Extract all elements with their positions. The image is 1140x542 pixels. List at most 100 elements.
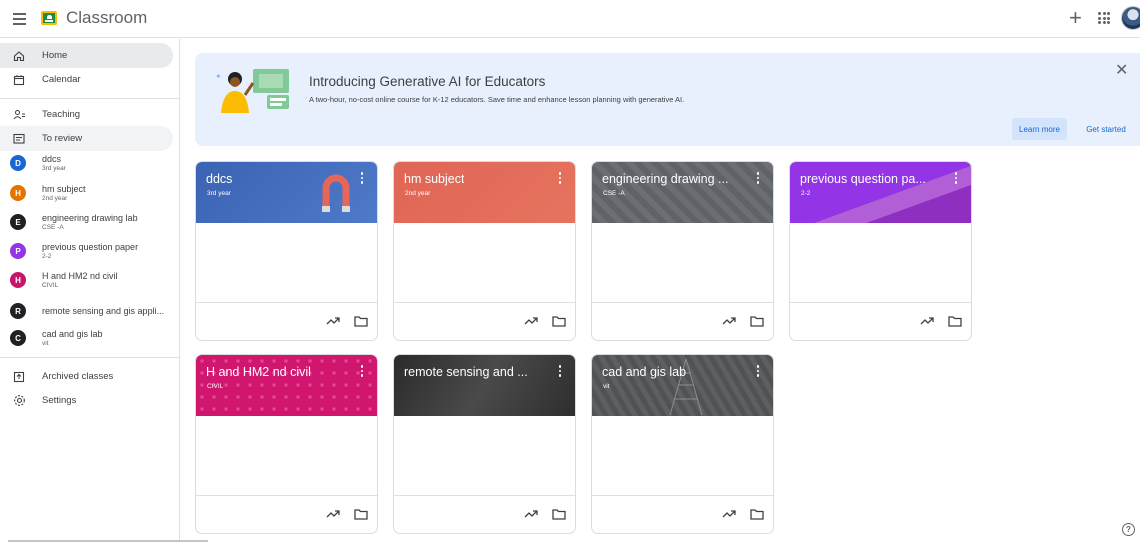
card-section: 2-2	[801, 190, 811, 197]
card-section: 2nd year	[405, 190, 431, 197]
classroom-logo-icon[interactable]	[41, 11, 57, 25]
sidebar-class-remote-sensing[interactable]: R remote sensing and gis appli...	[0, 300, 173, 322]
card-title[interactable]: ddcs	[206, 172, 232, 186]
banner-title: Introducing Generative AI for Educators	[309, 74, 546, 89]
app-title[interactable]: Classroom	[66, 8, 147, 28]
class-initial-avatar: R	[10, 303, 26, 319]
class-initial-avatar: H	[10, 272, 26, 288]
card-divider	[592, 302, 773, 303]
review-folder-icon	[12, 132, 26, 146]
card-section: vit	[603, 383, 610, 390]
gear-icon	[12, 394, 26, 408]
folder-icon[interactable]	[552, 316, 566, 327]
more-vert-icon[interactable]	[753, 365, 763, 379]
card-title[interactable]: H and HM2 nd civil	[206, 365, 311, 379]
card-title[interactable]: cad and gis lab	[602, 365, 686, 379]
card-section: CSE -A	[603, 190, 625, 197]
folder-icon[interactable]	[750, 509, 764, 520]
class-name: ddcs	[42, 154, 62, 164]
sidebar-item-label: Archived classes	[42, 371, 114, 382]
plus-icon[interactable]: +	[1069, 7, 1082, 29]
card-title[interactable]: hm subject	[404, 172, 464, 186]
sidebar-class-ddcs[interactable]: D ddcs 3rd year	[0, 152, 173, 174]
class-initial-avatar: H	[10, 185, 26, 201]
banner-description: A two-hour, no-cost online course for K-…	[309, 95, 685, 104]
folder-icon[interactable]	[552, 509, 566, 520]
sidebar-class-cad-and-gis-lab[interactable]: C cad and gis lab vit	[0, 327, 173, 349]
more-vert-icon[interactable]	[951, 172, 961, 186]
learn-more-button[interactable]: Learn more	[1012, 118, 1067, 140]
folder-icon[interactable]	[354, 316, 368, 327]
get-started-button[interactable]: Get started	[1077, 118, 1135, 140]
sidebar-item-label: Settings	[42, 395, 77, 406]
class-card-previous-question-paper[interactable]: previous question pa... 2-2	[789, 161, 972, 341]
hamburger-menu-icon[interactable]	[10, 9, 30, 29]
account-avatar[interactable]	[1121, 6, 1140, 30]
trending-up-icon[interactable]	[524, 509, 538, 519]
class-section: 2-2	[42, 253, 52, 260]
class-card-ddcs[interactable]: ddcs 3rd year	[195, 161, 378, 341]
card-title[interactable]: previous question pa...	[800, 172, 926, 186]
trending-up-icon[interactable]	[920, 316, 934, 326]
class-initial-avatar: C	[10, 330, 26, 346]
google-apps-grid-icon[interactable]	[1098, 12, 1110, 24]
trending-up-icon[interactable]	[326, 509, 340, 519]
calendar-icon	[12, 73, 26, 87]
more-vert-icon[interactable]	[555, 172, 565, 186]
sidebar: Home Calendar Teaching To review D ddcs …	[0, 39, 180, 542]
card-divider	[592, 495, 773, 496]
card-divider	[196, 302, 377, 303]
class-card-engineering-drawing[interactable]: engineering drawing ... CSE -A	[591, 161, 774, 341]
card-title[interactable]: remote sensing and ...	[404, 365, 528, 379]
card-divider	[790, 302, 971, 303]
divider	[0, 357, 180, 358]
card-divider	[394, 302, 575, 303]
more-vert-icon[interactable]	[357, 172, 367, 186]
sidebar-item-home[interactable]: Home	[0, 43, 173, 68]
trending-up-icon[interactable]	[524, 316, 538, 326]
trending-up-icon[interactable]	[326, 316, 340, 326]
close-icon[interactable]: ✕	[1115, 63, 1128, 79]
folder-icon[interactable]	[750, 316, 764, 327]
people-icon	[12, 108, 26, 122]
sidebar-item-archived-classes[interactable]: Archived classes	[0, 364, 173, 389]
more-vert-icon[interactable]	[753, 172, 763, 186]
card-title[interactable]: engineering drawing ...	[602, 172, 728, 186]
trending-up-icon[interactable]	[722, 316, 736, 326]
class-card-hm-subject[interactable]: hm subject 2nd year	[393, 161, 576, 341]
more-vert-icon[interactable]	[555, 365, 565, 379]
class-name: hm subject	[42, 184, 86, 194]
sidebar-item-label: Home	[42, 50, 68, 61]
sidebar-class-previous-question-paper[interactable]: P previous question paper 2-2	[0, 240, 173, 262]
sidebar-item-label: To review	[42, 133, 83, 144]
sidebar-class-hm-subject[interactable]: H hm subject 2nd year	[0, 182, 173, 204]
folder-icon[interactable]	[948, 316, 962, 327]
class-initial-avatar: E	[10, 214, 26, 230]
sidebar-item-calendar[interactable]: Calendar	[0, 67, 173, 92]
sidebar-class-h-and-hm2-nd-civil[interactable]: H H and HM2 nd civil CIVIL	[0, 269, 173, 291]
help-icon[interactable]: ?	[1122, 523, 1135, 536]
sidebar-item-settings[interactable]: Settings	[0, 388, 173, 413]
class-section: CIVIL	[42, 282, 59, 289]
sidebar-class-engineering-drawing-lab[interactable]: E engineering drawing lab CSE -A	[0, 211, 173, 233]
class-section: vit	[42, 340, 49, 347]
sidebar-item-teaching[interactable]: Teaching	[0, 102, 173, 127]
trending-up-icon[interactable]	[722, 509, 736, 519]
sidebar-item-to-review[interactable]: To review	[0, 126, 173, 151]
more-vert-icon[interactable]	[357, 365, 367, 379]
divider	[0, 98, 180, 99]
class-name: previous question paper	[42, 242, 139, 252]
folder-icon[interactable]	[354, 509, 368, 520]
educator-illustration: ✦	[209, 67, 295, 113]
top-app-bar: Classroom +	[0, 0, 1140, 38]
class-name: remote sensing and gis appli...	[42, 306, 165, 316]
class-card-cad-and-gis-lab[interactable]: cad and gis lab vit	[591, 354, 774, 534]
class-initial-avatar: D	[10, 155, 26, 171]
sidebar-item-label: Calendar	[42, 74, 81, 85]
class-section: 2nd year	[42, 195, 68, 202]
class-initial-avatar: P	[10, 243, 26, 259]
class-card-remote-sensing[interactable]: remote sensing and ...	[393, 354, 576, 534]
class-name: cad and gis lab	[42, 329, 103, 339]
class-card-h-and-hm2-nd-civil[interactable]: H and HM2 nd civil CIVIL	[195, 354, 378, 534]
sidebar-item-label: Teaching	[42, 109, 81, 120]
